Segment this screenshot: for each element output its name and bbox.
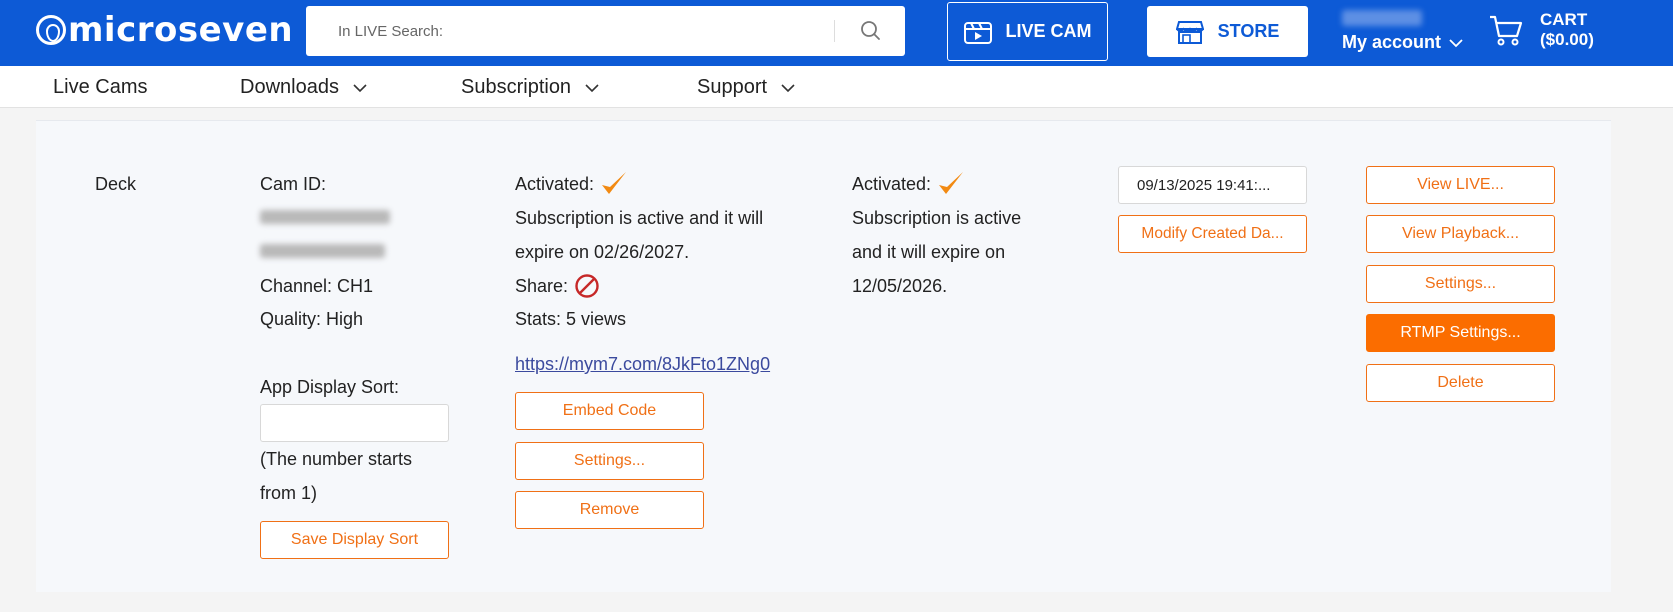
search-icon[interactable] xyxy=(858,18,884,44)
remove-button[interactable]: Remove xyxy=(515,491,704,529)
camera-settings-button[interactable]: Settings... xyxy=(1366,265,1555,303)
checkmark-icon xyxy=(939,172,964,194)
modify-created-date-button[interactable]: Modify Created Da... xyxy=(1118,215,1307,253)
live-activated-row: Activated: xyxy=(515,167,628,201)
chevron-down-icon xyxy=(1449,38,1463,47)
forbidden-icon xyxy=(575,274,599,298)
live-status-line2: expire on 02/26/2027. xyxy=(515,242,690,262)
cloud-status-line2: and it will expire on xyxy=(852,242,1006,262)
cam-id-label: Cam ID: xyxy=(260,174,327,194)
cloud-status-line1: Subscription is active xyxy=(852,208,1022,228)
cloud-activated-label: Activated: xyxy=(852,174,932,194)
delete-button[interactable]: Delete xyxy=(1366,364,1555,402)
account-name-redacted xyxy=(1342,10,1422,26)
store-icon xyxy=(1175,20,1204,44)
nav-subscription[interactable]: Subscription xyxy=(461,76,599,99)
my-account-menu[interactable]: My account xyxy=(1342,32,1463,53)
display-sort-input[interactable] xyxy=(260,404,449,442)
nav-support[interactable]: Support xyxy=(697,76,795,99)
sort-hint-line2: from 1) xyxy=(260,483,318,503)
share-link[interactable]: https://mym7.com/8JkFto1ZNg0 xyxy=(515,347,770,381)
live-cam-label: LIVE CAM xyxy=(1005,21,1092,41)
chevron-down-icon xyxy=(781,83,795,92)
share-settings-button[interactable]: Settings... xyxy=(515,442,704,480)
video-icon xyxy=(964,21,993,44)
logo-icon xyxy=(36,15,66,45)
checkmark-icon xyxy=(602,172,627,194)
live-cam-button[interactable]: LIVE CAM xyxy=(947,2,1108,61)
cart-icon xyxy=(1490,15,1523,46)
save-display-sort-button[interactable]: Save Display Sort xyxy=(260,521,449,559)
stats-text: Stats: 5 views xyxy=(515,309,627,329)
nav-live-cams[interactable]: Live Cams xyxy=(53,76,147,99)
cart-button[interactable]: CART ($0.00) xyxy=(1488,10,1594,50)
pin-code-redacted xyxy=(260,244,385,258)
sort-hint-line1: (The number starts xyxy=(260,449,413,469)
cam-id-redacted xyxy=(260,210,390,224)
nav-downloads[interactable]: Downloads xyxy=(240,76,367,99)
channel-text: Channel: CH1 xyxy=(260,276,374,296)
search-divider xyxy=(834,20,835,42)
embed-code-button[interactable]: Embed Code xyxy=(515,392,704,430)
view-live-button[interactable]: View LIVE... xyxy=(1366,166,1555,204)
search-box xyxy=(306,6,905,56)
cart-total: ($0.00) xyxy=(1540,30,1594,49)
main-nav: Live Cams Downloads Subscription Support xyxy=(0,66,1673,108)
site-logo[interactable]: microseven xyxy=(36,10,293,50)
logo-text: microseven xyxy=(68,10,294,50)
store-label: STORE xyxy=(1217,21,1280,41)
quality-text: Quality: High xyxy=(260,309,364,329)
rtmp-settings-button[interactable]: RTMP Settings... xyxy=(1366,314,1555,352)
sort-label: App Display Sort: xyxy=(260,377,400,397)
live-activated-label: Activated: xyxy=(515,174,595,194)
cloud-status-line3: 12/05/2026. xyxy=(852,276,948,296)
search-input[interactable] xyxy=(306,6,836,56)
live-status-line1: Subscription is active and it will xyxy=(515,208,764,228)
store-button[interactable]: STORE xyxy=(1147,6,1308,57)
share-label: Share: xyxy=(515,276,569,296)
camera-name: Deck xyxy=(95,174,137,194)
share-row: Share: xyxy=(515,269,600,303)
cart-label: CART xyxy=(1540,10,1588,29)
cloud-activated-row: Activated: xyxy=(852,167,965,201)
top-bar: microseven LIVE CAM STORE My account CAR… xyxy=(0,0,1673,66)
chevron-down-icon xyxy=(585,83,599,92)
created-date-field: 09/13/2025 19:41:... xyxy=(1118,166,1307,204)
chevron-down-icon xyxy=(353,83,367,92)
my-account-label: My account xyxy=(1342,32,1442,52)
view-playback-button[interactable]: View Playback... xyxy=(1366,215,1555,253)
